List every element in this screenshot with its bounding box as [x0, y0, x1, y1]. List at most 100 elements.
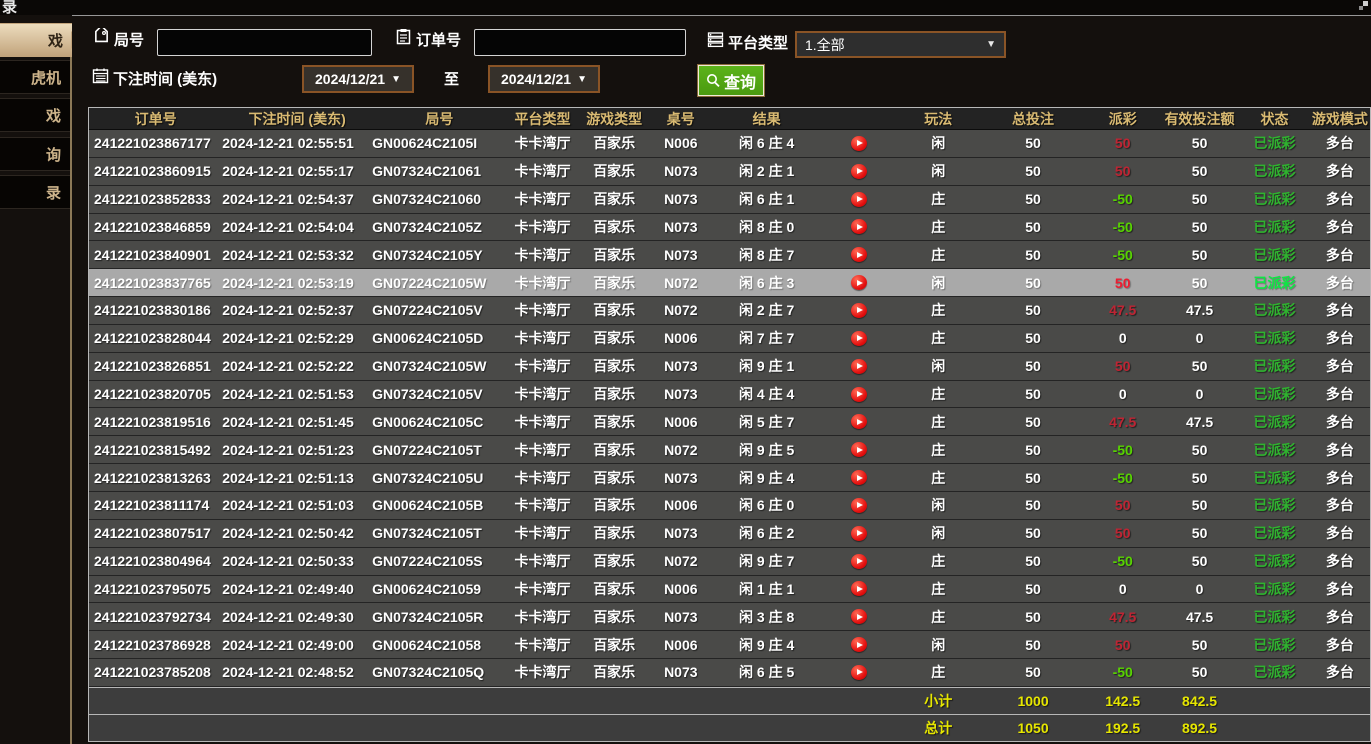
cell-platform: 卡卡湾厅 — [507, 353, 579, 380]
play-icon[interactable] — [851, 442, 867, 457]
cell-replay — [822, 353, 896, 380]
table-row[interactable]: 241221023820705 2024-12-21 02:51:53 GN07… — [89, 381, 1370, 409]
cell-bet-time: 2024-12-21 02:49:30 — [222, 603, 372, 630]
table-row[interactable]: 241221023811174 2024-12-21 02:51:03 GN00… — [89, 492, 1370, 520]
table-row[interactable]: 241221023804964 2024-12-21 02:50:33 GN07… — [89, 548, 1370, 576]
play-icon[interactable] — [851, 637, 867, 652]
table-row[interactable]: 241221023795075 2024-12-21 02:49:40 GN00… — [89, 576, 1370, 604]
cell-platform: 卡卡湾厅 — [507, 130, 579, 157]
clipboard-icon — [395, 28, 412, 45]
play-icon[interactable] — [851, 275, 867, 290]
cell-status: 已派彩 — [1239, 297, 1309, 324]
round-id-input[interactable] — [157, 29, 372, 56]
cell-replay — [822, 576, 896, 603]
window-corner-icon[interactable] — [1359, 1, 1368, 10]
play-icon[interactable] — [851, 609, 867, 624]
cell-game-type: 百家乐 — [578, 576, 650, 603]
cell-bet-time: 2024-12-21 02:48:52 — [222, 659, 372, 686]
table-header-row: 订单号 下注时间 (美东) 局号 平台类型 游戏类型 桌号 结果 玩法 总投注 … — [89, 108, 1370, 130]
sidebar-item-records[interactable]: 录 — [0, 175, 70, 209]
cell-result: 闲 8 庄 7 — [712, 241, 822, 268]
cell-game-type: 百家乐 — [578, 603, 650, 630]
cell-game-mode: 多台 — [1310, 464, 1370, 491]
cell-replay — [822, 297, 896, 324]
table-row[interactable]: 241221023830186 2024-12-21 02:52:37 GN07… — [89, 297, 1370, 325]
round-id-label: 局号 — [114, 29, 144, 50]
play-icon[interactable] — [851, 331, 867, 346]
cell-bet-time: 2024-12-21 02:55:17 — [222, 158, 372, 185]
table-row[interactable]: 241221023826851 2024-12-21 02:52:22 GN07… — [89, 353, 1370, 381]
table-row[interactable]: 241221023852833 2024-12-21 02:54:37 GN07… — [89, 186, 1370, 214]
sidebar-item-game-active[interactable]: 戏 — [0, 23, 72, 57]
table-row[interactable]: 241221023860915 2024-12-21 02:55:17 GN07… — [89, 158, 1370, 186]
sidebar-item-query[interactable]: 询 — [0, 137, 70, 171]
cell-table-no: N006 — [650, 325, 711, 352]
cell-result: 闲 9 庄 5 — [712, 436, 822, 463]
table-row[interactable]: 241221023867177 2024-12-21 02:55:51 GN00… — [89, 130, 1370, 158]
play-icon[interactable] — [851, 136, 867, 151]
cell-bet-on: 闲 — [896, 158, 981, 185]
cell-replay — [822, 631, 896, 658]
play-icon[interactable] — [851, 164, 867, 179]
sidebar-item-game[interactable]: 戏 — [0, 98, 70, 132]
cell-bet-on: 庄 — [896, 186, 981, 213]
cell-game-mode: 多台 — [1310, 130, 1370, 157]
table-row[interactable]: 241221023786928 2024-12-21 02:49:00 GN00… — [89, 631, 1370, 659]
play-icon[interactable] — [851, 665, 867, 680]
cell-payout: 50 — [1086, 353, 1160, 380]
play-icon[interactable] — [851, 303, 867, 318]
col-header-status: 状态 — [1239, 108, 1309, 129]
cell-total-bet: 50 — [981, 631, 1086, 658]
col-header-bet-time: 下注时间 (美东) — [222, 108, 372, 129]
table-row[interactable]: 241221023813263 2024-12-21 02:51:13 GN07… — [89, 464, 1370, 492]
play-icon[interactable] — [851, 192, 867, 207]
cell-round-id: GN00624C2105B — [372, 492, 507, 519]
table-row[interactable]: 241221023807517 2024-12-21 02:50:42 GN07… — [89, 520, 1370, 548]
play-icon[interactable] — [851, 414, 867, 429]
play-icon[interactable] — [851, 554, 867, 569]
cell-game-type: 百家乐 — [578, 269, 650, 296]
table-row[interactable]: 241221023792734 2024-12-21 02:49:30 GN07… — [89, 603, 1370, 631]
cell-replay — [822, 408, 896, 435]
cell-total-bet: 50 — [981, 130, 1086, 157]
play-icon[interactable] — [851, 387, 867, 402]
table-row[interactable]: 241221023819516 2024-12-21 02:51:45 GN00… — [89, 408, 1370, 436]
cell-payout: 50 — [1086, 631, 1160, 658]
cell-game-type: 百家乐 — [578, 158, 650, 185]
cell-valid-bet: 50 — [1160, 631, 1239, 658]
cell-round-id: GN07324C2105R — [372, 603, 507, 630]
table-row[interactable]: 241221023837765 2024-12-21 02:53:19 GN07… — [89, 269, 1370, 297]
sidebar-item-slots[interactable]: 虎机 — [0, 60, 70, 94]
cell-table-no: N006 — [650, 631, 711, 658]
play-icon[interactable] — [851, 581, 867, 596]
play-icon[interactable] — [851, 247, 867, 262]
cell-platform: 卡卡湾厅 — [507, 241, 579, 268]
cell-bet-time: 2024-12-21 02:50:33 — [222, 548, 372, 575]
play-icon[interactable] — [851, 359, 867, 374]
table-row[interactable]: 241221023785208 2024-12-21 02:48:52 GN07… — [89, 659, 1370, 687]
play-icon[interactable] — [851, 498, 867, 513]
cell-total-bet: 50 — [981, 214, 1086, 241]
play-icon[interactable] — [851, 526, 867, 541]
date-from-picker[interactable]: 2024/12/21 ▼ — [302, 65, 414, 93]
platform-type-select[interactable]: 1.全部 ▼ — [795, 31, 1006, 58]
cell-total-bet: 50 — [981, 603, 1086, 630]
table-row[interactable]: 241221023815492 2024-12-21 02:51:23 GN07… — [89, 436, 1370, 464]
cell-status: 已派彩 — [1239, 408, 1309, 435]
table-row[interactable]: 241221023846859 2024-12-21 02:54:04 GN07… — [89, 214, 1370, 242]
cell-valid-bet: 50 — [1160, 464, 1239, 491]
order-id-input[interactable] — [474, 29, 686, 56]
table-row[interactable]: 241221023828044 2024-12-21 02:52:29 GN00… — [89, 325, 1370, 353]
play-icon[interactable] — [851, 219, 867, 234]
cell-game-type: 百家乐 — [578, 214, 650, 241]
play-icon[interactable] — [851, 470, 867, 485]
cell-bet-on: 闲 — [896, 130, 981, 157]
table-row[interactable]: 241221023840901 2024-12-21 02:53:32 GN07… — [89, 241, 1370, 269]
cell-valid-bet: 47.5 — [1160, 297, 1239, 324]
cell-order-id: 241221023795075 — [89, 576, 222, 603]
date-to-picker[interactable]: 2024/12/21 ▼ — [488, 65, 600, 93]
cell-bet-time: 2024-12-21 02:52:37 — [222, 297, 372, 324]
cell-replay — [822, 603, 896, 630]
cell-bet-time: 2024-12-21 02:52:29 — [222, 325, 372, 352]
search-button[interactable]: 查询 — [698, 65, 764, 96]
